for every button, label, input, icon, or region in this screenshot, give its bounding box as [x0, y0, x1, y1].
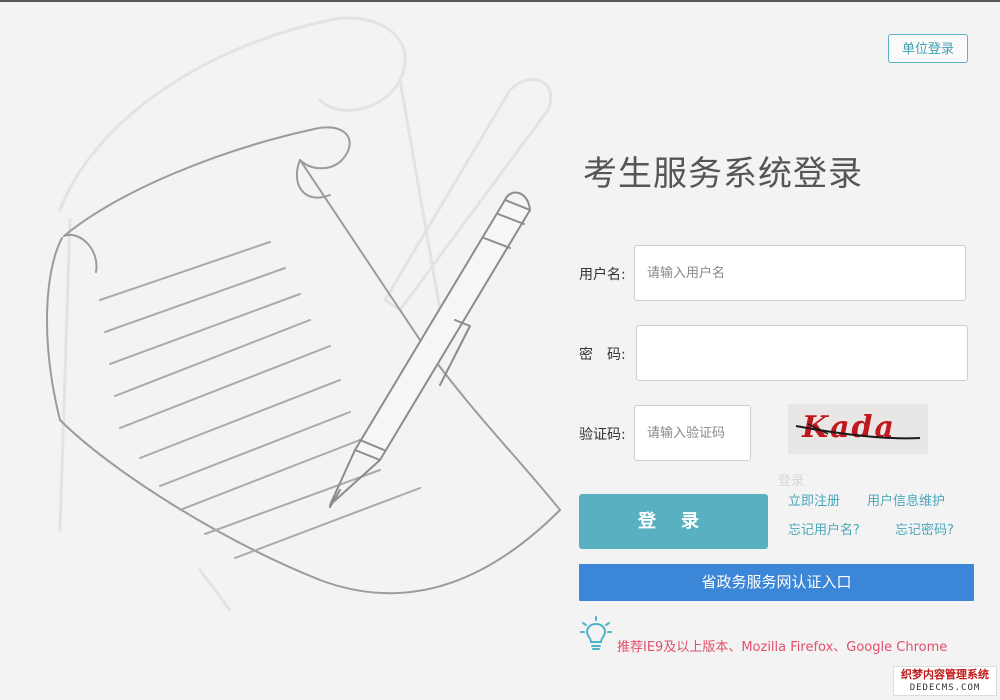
- password-label: 密 码:: [579, 347, 626, 363]
- register-link[interactable]: 立即注册: [788, 490, 840, 509]
- watermark-line2: DEDECMS.COM: [909, 683, 981, 693]
- username-label: 用户名:: [579, 267, 626, 283]
- password-input[interactable]: [636, 325, 968, 381]
- gov-entry-button[interactable]: 省政务服务网认证入口: [579, 564, 974, 601]
- forgot-username-link[interactable]: 忘记用户名?: [788, 519, 860, 538]
- captcha-image[interactable]: Kada: [788, 404, 928, 454]
- login-button[interactable]: 登 录: [579, 494, 768, 549]
- faint-login-text: 登录: [778, 474, 805, 489]
- captcha-input[interactable]: [634, 405, 751, 461]
- page-title: 考生服务系统登录: [583, 154, 863, 194]
- lightbulb-icon: [580, 616, 612, 650]
- top-border: [0, 0, 1000, 2]
- browser-recommendation: 推荐IE9及以上版本、Mozilla Firefox、Google Chrome: [617, 640, 948, 655]
- captcha-label: 验证码:: [579, 427, 626, 443]
- captcha-noise: [795, 423, 921, 440]
- watermark-line1: 织梦内容管理系统: [901, 668, 989, 681]
- user-info-link[interactable]: 用户信息维护: [867, 490, 945, 509]
- forgot-password-link[interactable]: 忘记密码?: [895, 519, 954, 538]
- watermark-logo: 织梦内容管理系统 DEDECMS.COM: [893, 666, 997, 696]
- paper-pen-illustration: [46, 16, 561, 612]
- unit-login-button[interactable]: 单位登录: [888, 34, 968, 63]
- username-input[interactable]: [634, 245, 966, 301]
